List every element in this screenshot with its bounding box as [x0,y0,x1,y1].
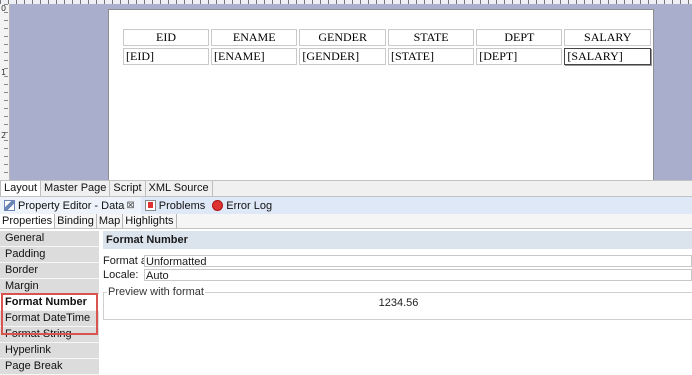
category-general[interactable]: General [0,231,99,247]
detail-cell-selected[interactable]: [SALARY] [564,48,651,65]
preview-group: Preview with format 1234.56 [103,286,692,320]
format-as-row: Format as: Unformatted [103,255,692,268]
category-format-number[interactable]: Format Number [0,295,99,311]
detail-cell[interactable]: [ENAME] [211,48,298,65]
property-sub-tabs: Properties Binding Map Highlights [0,214,692,229]
header-cell[interactable]: SALARY [564,29,651,46]
category-padding[interactable]: Padding [0,247,99,263]
tab-property-editor[interactable]: Property Editor - Data ⊠ [0,197,141,214]
tab-xml-source[interactable]: XML Source [146,181,213,196]
detail-cell[interactable]: [DEPT] [476,48,563,65]
tab-binding[interactable]: Binding [55,214,97,228]
report-table[interactable]: EID ENAME GENDER STATE DEPT SALARY [EID]… [121,27,653,67]
pencil-icon [4,200,15,211]
close-icon[interactable]: ⊠ [126,200,134,211]
editor-tab-bar: Layout Master Page Script XML Source [0,180,692,197]
tab-master-page[interactable]: Master Page [41,181,111,196]
tab-label: Property Editor - Data [18,199,125,212]
tab-highlights[interactable]: Highlights [123,214,177,228]
error-log-icon [212,200,224,211]
locale-label: Locale: [103,269,139,281]
category-margin[interactable]: Margin [0,279,99,295]
preview-value: 1234.56 [378,297,419,309]
locale-select[interactable]: Auto [144,269,692,282]
header-cell[interactable]: DEPT [476,29,563,46]
detail-cell[interactable]: [GENDER] [299,48,386,65]
header-cell[interactable]: EID [123,29,209,46]
report-design-canvas[interactable]: 0 1 2 EID ENAME GENDER STATE DEPT SALARY… [0,0,692,180]
format-number-panel: Format Number Format as: Unformatted Loc… [103,231,692,361]
format-as-select[interactable]: Unformatted [144,255,692,268]
table-header-row: EID ENAME GENDER STATE DEPT SALARY [123,29,651,46]
category-hyperlink[interactable]: Hyperlink [0,343,99,359]
tab-label: Problems [158,199,206,212]
header-cell[interactable]: GENDER [299,29,386,46]
category-border[interactable]: Border [0,263,99,279]
ruler-mark: 2 [1,131,7,140]
tab-label: Error Log [226,199,273,212]
vertical-ruler: 0 1 2 [0,4,10,180]
category-format-string[interactable]: Format String [0,327,99,343]
category-page-break[interactable]: Page Break [0,359,99,375]
category-format-datetime[interactable]: Format DateTime [0,311,99,327]
detail-cell[interactable]: [STATE] [387,48,475,65]
tab-properties[interactable]: Properties [0,214,56,228]
problems-icon [144,200,156,211]
ruler-mark: 1 [1,68,7,77]
tab-script[interactable]: Script [110,181,146,196]
ruler-mark: 0 [1,4,7,13]
horizontal-ruler [0,0,692,4]
property-category-list: General Padding Border Margin Format Num… [0,231,99,375]
view-tab-bar: Property Editor - Data ⊠ Problems Error … [0,197,692,215]
section-title: Format Number [103,231,692,249]
tab-problems[interactable]: Problems [141,197,208,214]
detail-cell[interactable]: [EID] [123,48,209,65]
locale-row: Locale: Auto [103,269,692,282]
tab-layout[interactable]: Layout [0,181,42,196]
table-detail-row: [EID] [ENAME] [GENDER] [STATE] [DEPT] [S… [123,48,651,65]
tab-error-log[interactable]: Error Log [208,197,275,214]
tab-map[interactable]: Map [97,214,124,228]
header-cell[interactable]: ENAME [211,29,298,46]
report-page[interactable]: EID ENAME GENDER STATE DEPT SALARY [EID]… [108,9,654,180]
header-cell[interactable]: STATE [387,29,475,46]
